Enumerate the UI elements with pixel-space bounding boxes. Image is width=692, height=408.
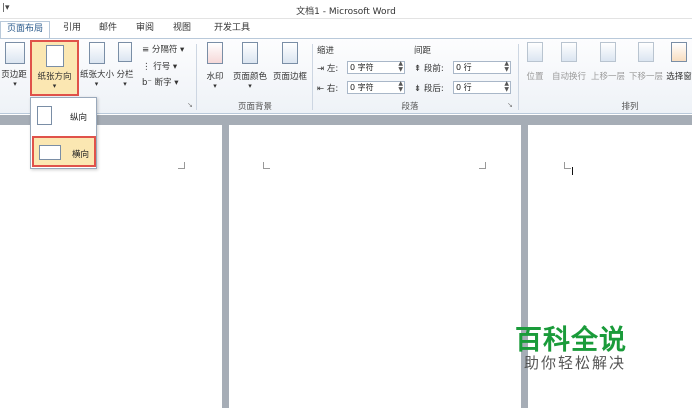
tab-review[interactable]: 审阅 (130, 21, 160, 38)
bring-forward-icon (600, 42, 616, 62)
tab-references[interactable]: 引用 (57, 21, 87, 38)
paragraph-group-label: 段落 (401, 102, 419, 112)
spacing-before-input[interactable]: 0 行 ▲ ▼ (453, 61, 511, 74)
watermark-icon (207, 42, 223, 64)
indent-right-label: ⇤ 右: (317, 84, 339, 94)
tab-page-layout[interactable]: 页面布局 (0, 21, 51, 38)
orientation-menu: 纵向 横向 (30, 97, 97, 169)
spacing-after-icon: ⇟ (414, 84, 422, 94)
orientation-landscape-item[interactable]: 横向 (32, 136, 96, 167)
hyphenation-icon: b⁻ (142, 78, 152, 88)
margins-button[interactable]: 页边距 ▾ (0, 42, 30, 88)
margin-corner (564, 162, 571, 169)
margin-corner (178, 162, 185, 169)
arrange-group-label: 排列 (621, 102, 639, 112)
spacing-title: 间距 (414, 46, 432, 56)
spin-arrows-icon[interactable]: ▲ ▼ (398, 61, 403, 73)
orientation-icon (45, 45, 64, 67)
page-borders-button[interactable]: 页面边框 (272, 42, 308, 82)
indent-left-icon: ⇥ (317, 64, 325, 74)
page-color-button[interactable]: 页面颜色 ▾ (232, 42, 268, 90)
columns-icon (118, 42, 132, 62)
indent-left-input[interactable]: 0 字符 ▲ ▼ (347, 61, 405, 74)
margin-corner (263, 162, 270, 169)
spacing-before-label: ⇞ 段前: (414, 64, 444, 74)
spin-arrows-icon[interactable]: ▲ ▼ (504, 81, 509, 93)
document-page[interactable] (229, 125, 521, 408)
margins-icon (5, 42, 25, 64)
chevron-down-icon: ▾ (52, 82, 57, 90)
watermark-button[interactable]: 水印 ▾ (204, 42, 226, 90)
paragraph-launcher-icon[interactable]: ↘ (507, 101, 513, 109)
hyphenation-button[interactable]: b⁻ 断字 ▾ (142, 76, 179, 88)
columns-button[interactable]: 分栏 ▾ (115, 42, 135, 88)
portrait-page-icon (37, 106, 52, 125)
tab-view[interactable]: 视图 (167, 21, 197, 38)
spacing-after-label: ⇟ 段后: (414, 84, 444, 94)
indent-left-label: ⇥ 左: (317, 64, 339, 74)
send-backward-button[interactable]: 下移一层 (628, 42, 664, 82)
divider (196, 44, 197, 110)
divider (518, 44, 519, 110)
orientation-button[interactable]: 纸张方向 ▾ (30, 40, 79, 96)
spacing-before-icon: ⇞ (414, 64, 422, 74)
page-borders-icon (282, 42, 298, 64)
tab-mailings[interactable]: 邮件 (93, 21, 123, 38)
selection-pane-icon (671, 42, 687, 62)
orientation-portrait-item[interactable]: 纵向 (34, 104, 94, 128)
line-numbers-icon: ⋮ (142, 62, 151, 72)
position-icon (527, 42, 543, 62)
page-color-icon (242, 42, 258, 64)
wrap-text-button[interactable]: 自动换行 (551, 42, 587, 82)
breaks-icon: ≡ (142, 45, 150, 55)
divider (312, 44, 313, 110)
send-backward-icon (638, 42, 654, 62)
size-button[interactable]: 纸张大小 ▾ (80, 42, 114, 88)
bring-forward-button[interactable]: 上移一层 (590, 42, 626, 82)
paper-size-icon (88, 42, 105, 64)
spin-arrows-icon[interactable]: ▲ ▼ (398, 81, 403, 93)
breaks-button[interactable]: ≡ 分隔符 ▾ (142, 43, 184, 55)
window-title: 文档1 - Microsoft Word (296, 7, 396, 17)
page-setup-launcher-icon[interactable]: ↘ (187, 101, 193, 109)
ribbon-tabs: 页面布局 引用 邮件 审阅 视图 开发工具 (0, 19, 692, 38)
wrap-text-icon (561, 42, 577, 62)
page-background-group-label: 页面背景 (237, 102, 272, 112)
indent-right-input[interactable]: 0 字符 ▲ ▼ (347, 81, 405, 94)
spacing-after-input[interactable]: 0 行 ▲ ▼ (453, 81, 511, 94)
indent-title: 缩进 (317, 46, 335, 56)
selection-pane-button[interactable]: 选择窗 (666, 42, 692, 82)
margin-corner (479, 162, 486, 169)
title-bar: |▾ 文档1 - Microsoft Word (0, 0, 692, 19)
text-cursor (572, 167, 573, 175)
watermark-slogan: 助你轻松解决 (524, 354, 627, 372)
position-button[interactable]: 位置 (522, 42, 548, 82)
indent-right-icon: ⇤ (317, 84, 325, 94)
landscape-page-icon (39, 145, 61, 160)
spin-arrows-icon[interactable]: ▲ ▼ (504, 61, 509, 73)
tab-developer[interactable]: 开发工具 (208, 21, 256, 38)
line-numbers-button[interactable]: ⋮ 行号 ▾ (142, 60, 177, 72)
